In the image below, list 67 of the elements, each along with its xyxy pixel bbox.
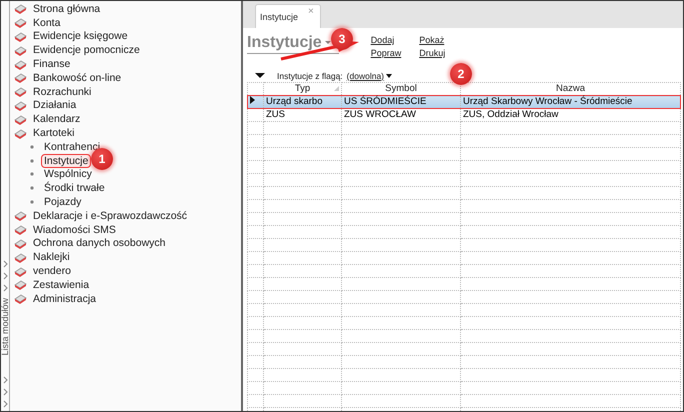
nav-item[interactable]: Wspólnicy bbox=[42, 168, 94, 180]
nav-item[interactable]: Naklejki bbox=[31, 251, 72, 264]
book-icon bbox=[14, 112, 27, 126]
callout-marker: 2 bbox=[450, 63, 472, 85]
book-icon bbox=[14, 250, 27, 264]
nav-item[interactable]: Rozrachunki bbox=[31, 86, 94, 98]
book-icon bbox=[14, 85, 27, 98]
book-icon bbox=[14, 71, 27, 84]
bullet-icon bbox=[30, 186, 34, 190]
bullet-icon bbox=[30, 200, 34, 204]
nav-item[interactable]: Ewidencje księgowe bbox=[31, 30, 130, 42]
book-icon bbox=[14, 278, 27, 292]
nav-item[interactable]: Pojazdy bbox=[42, 196, 84, 208]
bullet-icon bbox=[30, 144, 34, 149]
book-icon bbox=[14, 236, 27, 250]
nav-item[interactable]: Bankowość on-line bbox=[31, 72, 124, 84]
table-cell: ZUS, Oddział Wrocław bbox=[460, 108, 680, 122]
table-cell: Urząd skarbo bbox=[264, 96, 342, 108]
book-icon bbox=[14, 2, 27, 16]
panel-label: Lista modułów bbox=[0, 298, 10, 356]
nav-item[interactable]: Finanse bbox=[31, 58, 72, 70]
collapse-icon bbox=[255, 73, 265, 78]
book-icon bbox=[14, 264, 27, 278]
book-icon bbox=[14, 30, 27, 43]
nav-item[interactable]: Ewidencje pomocnicze bbox=[31, 44, 142, 56]
nav-item[interactable]: Kalendarz bbox=[31, 113, 82, 126]
action-link[interactable]: Popraw bbox=[370, 48, 402, 61]
book-icon bbox=[14, 58, 27, 71]
nav-item[interactable]: Instytucje bbox=[42, 154, 90, 167]
sort-icon bbox=[334, 86, 339, 91]
row-pointer-icon bbox=[250, 96, 255, 104]
table-cell: US ŚRÓDMIEŚCIE bbox=[342, 96, 460, 108]
book-icon bbox=[14, 209, 27, 222]
book-icon bbox=[14, 16, 27, 30]
nav-item[interactable]: Środki trwałe bbox=[42, 182, 107, 194]
column-header[interactable]: Nazwa bbox=[556, 83, 586, 95]
action-link[interactable]: Pokaż bbox=[419, 35, 446, 48]
action-link[interactable]: Dodaj bbox=[370, 35, 402, 48]
book-icon bbox=[14, 292, 27, 306]
nav-item[interactable]: Administracja bbox=[31, 292, 98, 305]
caret-icon bbox=[386, 74, 392, 78]
page-title: Instytucje bbox=[247, 34, 322, 52]
nav-item[interactable]: Deklaracje i e-Sprawozdawczość bbox=[31, 210, 190, 222]
caret-icon[interactable] bbox=[324, 41, 331, 44]
nav-item[interactable]: vendero bbox=[31, 265, 73, 278]
bullet-icon bbox=[30, 158, 34, 163]
nav-item[interactable]: Strona główna bbox=[31, 2, 102, 15]
nav-item[interactable]: Zestawienia bbox=[31, 278, 92, 291]
nav-item[interactable]: Działania bbox=[31, 99, 78, 112]
book-icon bbox=[14, 223, 27, 236]
table-cell: Urząd Skarbowy Wrocław - Śródmieście bbox=[460, 96, 680, 108]
bullet-icon bbox=[30, 172, 34, 176]
book-icon bbox=[14, 44, 27, 57]
nav-item[interactable]: Ochrona danych osobowych bbox=[31, 237, 168, 250]
filter-label: Instytucje z flagą: bbox=[277, 70, 343, 80]
action-link[interactable]: Drukuj bbox=[419, 48, 446, 61]
table-cell: ZUS WROCŁAW bbox=[342, 108, 460, 122]
nav-item[interactable]: Wiadomości SMS bbox=[31, 224, 118, 236]
book-icon bbox=[14, 98, 27, 112]
tab[interactable]: Instytucje × bbox=[255, 4, 321, 28]
table-cell: ZUS bbox=[264, 108, 342, 122]
nav-item[interactable]: Konta bbox=[31, 16, 62, 29]
column-header[interactable]: Typ bbox=[294, 83, 310, 95]
book-icon bbox=[14, 126, 27, 140]
callout-marker: 3 bbox=[331, 28, 353, 50]
filter-dropdown[interactable]: (dowolna) bbox=[346, 70, 392, 80]
nav-item[interactable]: Kartoteki bbox=[31, 127, 76, 140]
